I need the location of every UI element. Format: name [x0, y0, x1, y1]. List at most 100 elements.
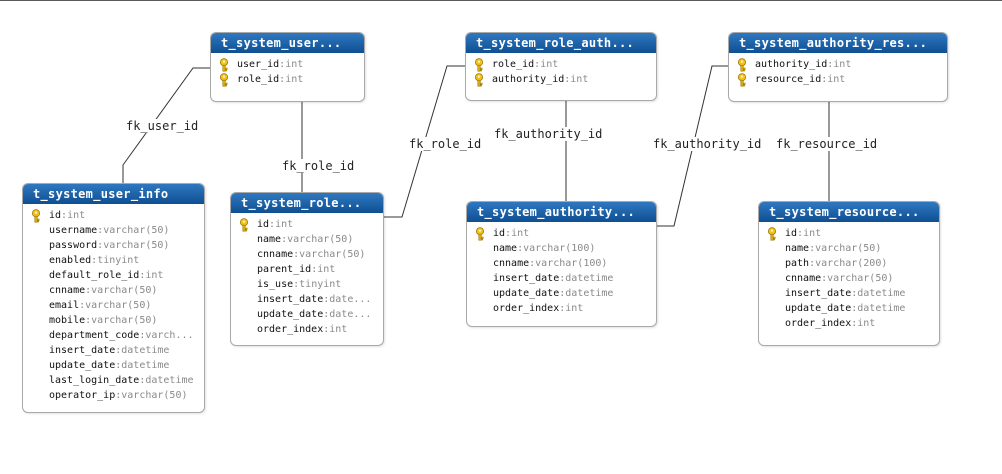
table-t-system-resource[interactable]: t_system_resource... id: int name: varchar…: [758, 201, 940, 346]
column-name: cnname: [493, 258, 530, 269]
column-row[interactable]: username: varchar(50): [23, 223, 204, 238]
column-row[interactable]: cnname: varchar(50): [23, 283, 204, 298]
column-type: varchar(50): [103, 225, 170, 236]
column-name: path: [785, 258, 810, 269]
column-row[interactable]: id: int: [23, 208, 204, 223]
column-name: name: [785, 243, 810, 254]
column-row[interactable]: update_date: datetime: [23, 358, 204, 373]
column-row[interactable]: order_index: int: [231, 322, 383, 337]
key-placeholder: [23, 328, 49, 343]
column-row[interactable]: role_id: int: [211, 72, 364, 87]
column-name: insert_date: [49, 345, 116, 356]
column-row[interactable]: path: varchar(200): [759, 256, 939, 271]
column-row[interactable]: id: int: [467, 226, 656, 241]
column-name: parent_id: [257, 264, 312, 275]
table-columns: id: int name: varchar(100) cnname: varchar…: [467, 222, 656, 320]
column-row[interactable]: role_id: int: [466, 57, 656, 72]
key-placeholder: [23, 253, 49, 268]
primary-key-icon: [466, 72, 492, 87]
table-t-system-role[interactable]: t_system_role... id: int name: varchar(50)…: [230, 192, 384, 346]
column-row[interactable]: is_use: tinyint: [231, 277, 383, 292]
column-row[interactable]: cnname: varchar(50): [759, 271, 939, 286]
column-name: name: [257, 234, 282, 245]
key-placeholder: [23, 343, 49, 358]
column-row[interactable]: name: varchar(100): [467, 241, 656, 256]
table-title: t_system_role...: [231, 193, 383, 213]
key-placeholder: [467, 256, 493, 271]
column-row[interactable]: mobile: varchar(50): [23, 313, 204, 328]
key-placeholder: [231, 277, 257, 292]
column-type: date...: [329, 294, 372, 305]
column-type: varchar(50): [815, 243, 882, 254]
column-type: int: [540, 59, 559, 70]
column-name: insert_date: [257, 294, 324, 305]
key-placeholder: [231, 322, 257, 337]
table-columns: authority_id: int resource_id: int: [729, 53, 947, 91]
column-row[interactable]: authority_id: int: [729, 57, 947, 72]
column-row[interactable]: resource_id: int: [729, 72, 947, 87]
column-name: last_login_date: [49, 375, 140, 386]
column-row[interactable]: email: varchar(50): [23, 298, 204, 313]
column-type: datetime: [145, 375, 194, 386]
column-name: username: [49, 225, 98, 236]
column-row[interactable]: insert_date: date...: [231, 292, 383, 307]
primary-key-icon: [23, 208, 49, 223]
column-name: update_date: [257, 309, 324, 320]
column-name: order_index: [493, 303, 560, 314]
column-name: is_use: [257, 279, 294, 290]
column-row[interactable]: authority_id: int: [466, 72, 656, 87]
column-row[interactable]: cnname: varchar(100): [467, 256, 656, 271]
column-row[interactable]: password: varchar(50): [23, 238, 204, 253]
table-columns: user_id: int role_id: int: [211, 53, 364, 91]
column-row[interactable]: order_index: int: [467, 301, 656, 316]
column-row[interactable]: id: int: [759, 226, 939, 241]
column-row[interactable]: update_date: datetime: [759, 301, 939, 316]
column-row[interactable]: name: varchar(50): [231, 232, 383, 247]
column-row[interactable]: order_index: int: [759, 316, 939, 331]
column-row[interactable]: last_login_date: datetime: [23, 373, 204, 388]
column-name: email: [49, 300, 80, 311]
table-t-system-user-role[interactable]: t_system_user... user_id: int role_id: int: [210, 32, 365, 102]
column-name: name: [493, 243, 518, 254]
column-name: id: [785, 228, 798, 239]
column-name: cnname: [785, 273, 822, 284]
column-row[interactable]: user_id: int: [211, 57, 364, 72]
key-placeholder: [759, 286, 785, 301]
column-type: varchar(50): [91, 315, 158, 326]
column-row[interactable]: id: int: [231, 217, 383, 232]
table-title: t_system_role_auth...: [466, 33, 656, 53]
column-type: tinyint: [299, 279, 342, 290]
fk-label-authority-id-left: fk_authority_id: [494, 127, 603, 141]
column-row[interactable]: enabled: tinyint: [23, 253, 204, 268]
column-row[interactable]: update_date: date...: [231, 307, 383, 322]
table-title: t_system_user...: [211, 33, 364, 53]
column-row[interactable]: default_role_id: int: [23, 268, 204, 283]
table-t-system-authority[interactable]: t_system_authority... id: int name: varcha…: [466, 201, 657, 327]
column-row[interactable]: insert_date: datetime: [467, 271, 656, 286]
column-type: int: [317, 264, 336, 275]
key-placeholder: [231, 292, 257, 307]
column-row[interactable]: update_date: datetime: [467, 286, 656, 301]
column-row[interactable]: insert_date: datetime: [759, 286, 939, 301]
column-row[interactable]: insert_date: datetime: [23, 343, 204, 358]
column-type: datetime: [565, 273, 614, 284]
column-row[interactable]: cnname: varchar(50): [231, 247, 383, 262]
primary-key-icon: [467, 226, 493, 241]
table-columns: role_id: int authority_id: int: [466, 53, 656, 91]
key-placeholder: [23, 268, 49, 283]
table-t-system-user-info[interactable]: t_system_user_info id: int username: varch…: [22, 183, 205, 413]
column-type: int: [145, 270, 164, 281]
table-t-system-role-authority[interactable]: t_system_role_auth... role_id: int authori…: [465, 32, 657, 101]
key-placeholder: [23, 388, 49, 403]
column-name: department_code: [49, 330, 140, 341]
fk-label-authority-id-right: fk_authority_id: [653, 137, 762, 151]
key-placeholder: [759, 316, 785, 331]
column-row[interactable]: operator_ip: varchar(50): [23, 388, 204, 403]
column-name: role_id: [237, 74, 280, 85]
column-row[interactable]: department_code: varch...: [23, 328, 204, 343]
column-type: varchar(50): [287, 234, 354, 245]
column-row[interactable]: parent_id: int: [231, 262, 383, 277]
column-type: int: [67, 210, 86, 221]
column-row[interactable]: name: varchar(50): [759, 241, 939, 256]
table-t-system-authority-resource[interactable]: t_system_authority_res... authority_id: i…: [728, 32, 948, 102]
